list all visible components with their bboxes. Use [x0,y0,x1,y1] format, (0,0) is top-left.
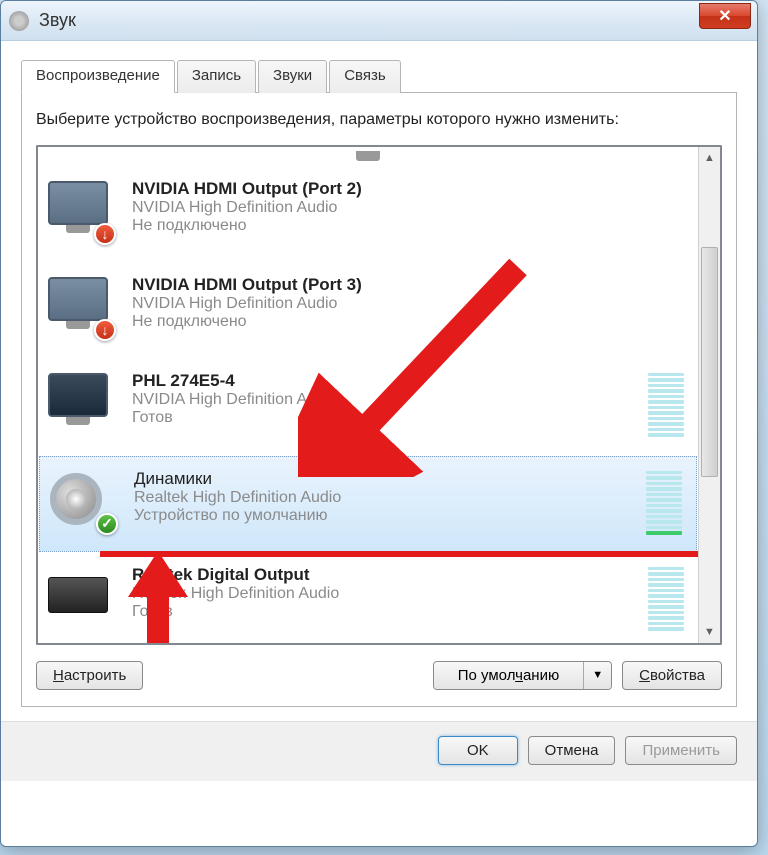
properties-button[interactable]: Свойства [622,661,722,690]
device-icon: ↓ [48,273,112,337]
device-info: ДинамикиRealtek High Definition AudioУст… [134,467,638,525]
window-title: Звук [39,10,76,31]
scrollbar[interactable]: ▲ ▼ [698,147,720,643]
down-badge-icon: ↓ [94,319,116,341]
device-button-row: Настроить По умолчанию ▼ Свойства [36,661,722,690]
device-info: Realtek Digital OutputRealtek High Defin… [132,563,640,621]
partial-device-above [38,147,698,167]
set-default-button[interactable]: По умолчанию ▼ [433,661,612,690]
level-meter [648,563,684,631]
scroll-down-icon[interactable]: ▼ [699,621,720,643]
ok-button[interactable]: OK [438,736,518,765]
device-name: Realtek Digital Output [132,565,640,585]
close-icon: ✕ [718,6,731,26]
tab-playback[interactable]: Воспроизведение [21,60,175,93]
instruction-text: Выберите устройство воспроизведения, пар… [36,109,722,131]
device-status: Готов [132,603,640,621]
close-button[interactable]: ✕ [699,3,751,29]
scroll-up-icon[interactable]: ▲ [699,147,720,169]
device-name: NVIDIA HDMI Output (Port 2) [132,179,688,199]
device-status: Готов [132,409,640,427]
device-row[interactable]: ↓ NVIDIA HDMI Output (Port 2)NVIDIA High … [38,167,698,263]
configure-button[interactable]: Настроить [36,661,143,690]
device-driver: Realtek High Definition Audio [132,585,640,603]
device-icon: ↓ [48,177,112,241]
device-driver: NVIDIA High Definition Audio [132,199,688,217]
device-driver: NVIDIA High Definition Audio [132,295,688,313]
scroll-thumb[interactable] [701,247,718,477]
sound-dialog: Звук ✕ Воспроизведение Запись Звуки Связ… [0,0,758,847]
device-driver: NVIDIA High Definition Audio [132,391,640,409]
volume-icon [9,11,29,31]
cancel-button[interactable]: Отмена [528,736,616,765]
device-row[interactable]: ↓ NVIDIA HDMI Output (Port 3)NVIDIA High … [38,263,698,359]
down-badge-icon: ↓ [94,223,116,245]
device-driver: Realtek High Definition Audio [134,489,638,507]
chevron-down-icon[interactable]: ▼ [583,662,611,689]
tab-recording[interactable]: Запись [177,60,256,93]
device-row[interactable]: Realtek Digital OutputRealtek High Defin… [38,553,698,643]
device-name: Динамики [134,469,638,489]
level-meter [648,369,684,437]
device-icon [48,369,112,433]
device-icon: ✓ [50,467,114,531]
device-name: NVIDIA HDMI Output (Port 3) [132,275,688,295]
level-meter [646,467,682,535]
titlebar[interactable]: Звук ✕ [1,1,757,41]
check-badge-icon: ✓ [96,513,118,535]
content-area: Воспроизведение Запись Звуки Связь Выбер… [1,41,757,721]
tab-sounds[interactable]: Звуки [258,60,327,93]
device-name: PHL 274E5-4 [132,371,640,391]
device-list: ↓NVIDIA HDMI Output (Port 2)NVIDIA High … [36,145,722,645]
dialog-footer: OK Отмена Применить [1,721,757,781]
device-status: Не подключено [132,313,688,331]
annotation-underline [100,551,698,557]
tab-strip: Воспроизведение Запись Звуки Связь [21,59,737,93]
device-info: NVIDIA HDMI Output (Port 2)NVIDIA High D… [132,177,688,235]
tab-panel-playback: Выберите устройство воспроизведения, пар… [21,93,737,707]
device-row[interactable]: ✓ ДинамикиRealtek High Definition AudioУс… [39,456,697,552]
tab-communications[interactable]: Связь [329,60,400,93]
device-info: NVIDIA HDMI Output (Port 3)NVIDIA High D… [132,273,688,331]
device-status: Не подключено [132,217,688,235]
device-icon [48,563,112,627]
device-status: Устройство по умолчанию [134,507,638,525]
apply-button[interactable]: Применить [625,736,737,765]
device-row[interactable]: PHL 274E5-4NVIDIA High Definition AudioГ… [38,359,698,455]
device-info: PHL 274E5-4NVIDIA High Definition AudioГ… [132,369,640,427]
